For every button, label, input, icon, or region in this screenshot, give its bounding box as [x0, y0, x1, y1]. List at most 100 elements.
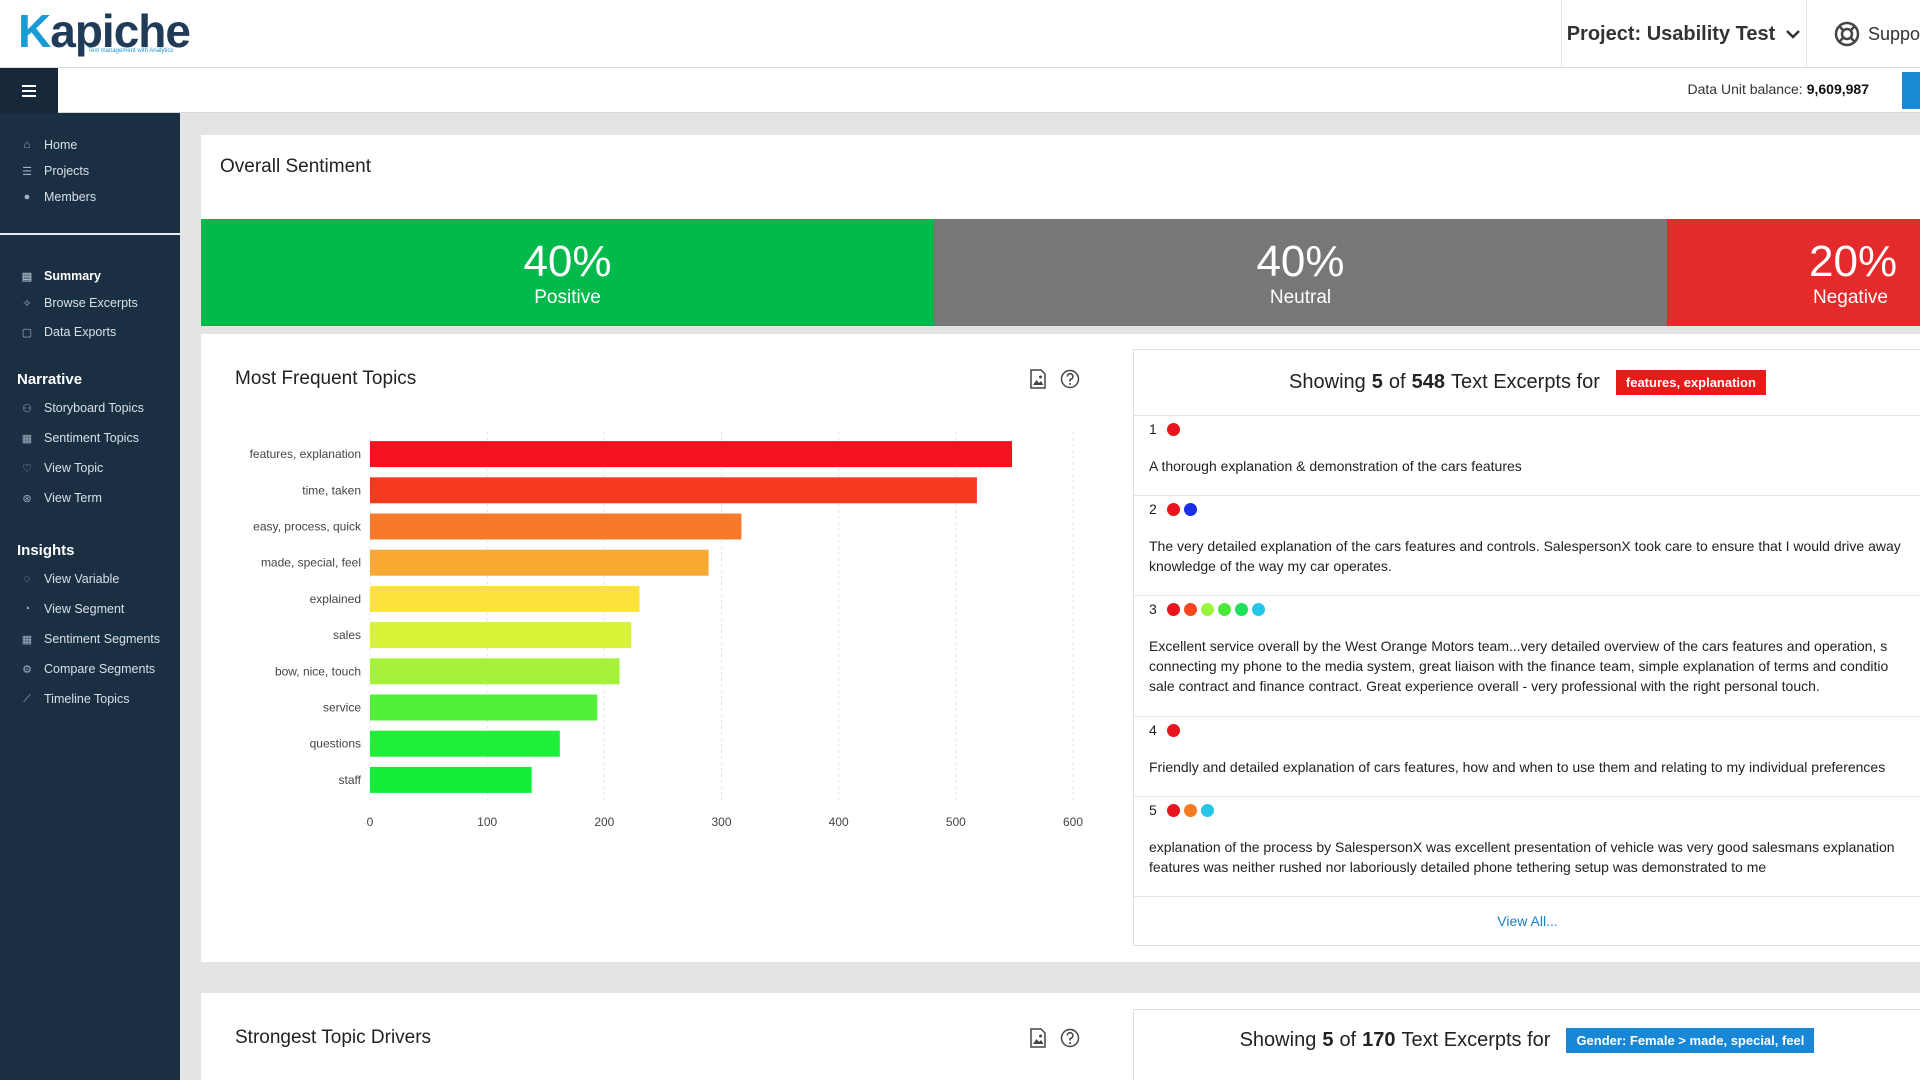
project-selector[interactable]: Project: Usability Test: [1561, 0, 1807, 68]
sidebar-item-view-variable[interactable]: ◌ View Variable: [20, 572, 120, 586]
sidebar-item-compare-segments[interactable]: ⚙ Compare Segments: [20, 662, 155, 676]
topic-dot[interactable]: [1200, 803, 1214, 817]
chevron-down-icon: [1786, 30, 1801, 39]
topic-bar[interactable]: [370, 730, 560, 757]
topic-dot[interactable]: [1166, 502, 1180, 516]
topic-dot[interactable]: [1200, 602, 1214, 616]
topic-dot[interactable]: [1251, 602, 1265, 616]
topic-bar[interactable]: [370, 477, 977, 504]
sidebar-item-label: Sentiment Topics: [44, 431, 139, 445]
balance-label: Data Unit balance:: [1687, 81, 1803, 97]
segment-filter-tag[interactable]: Gender: Female > made, special, feel: [1566, 1027, 1815, 1053]
sidebar-item-sentiment-topics[interactable]: ▦ Sentiment Topics: [20, 431, 139, 445]
excerpt-line: Friendly and detailed explanation of car…: [1149, 759, 1886, 775]
topic-filter-tag[interactable]: features, explanation: [1615, 370, 1766, 395]
data-unit-balance: Data Unit balance: 9,609,987: [1688, 81, 1869, 97]
topics-bar-chart: 0 100 200 300 400 500 600 features, explanation…: [250, 432, 1083, 829]
x-tick-label: 600: [1063, 815, 1083, 829]
sidebar-item-view-segment[interactable]: ◔ View Segment: [20, 602, 125, 616]
project-label: Project: Usability Test: [1566, 22, 1776, 45]
topic-dot[interactable]: [1166, 723, 1180, 737]
x-tick-label: 0: [367, 815, 374, 829]
view-all-link[interactable]: View All...: [1134, 913, 1920, 929]
excerpt-row[interactable]: 5 explanation of the process by Salespers…: [1134, 797, 1920, 897]
strongest-topic-drivers-card: Strongest Topic Drivers Showing 5 of 170…: [201, 993, 1920, 1080]
excerpt-number: 4: [1149, 722, 1180, 738]
topic-dot[interactable]: [1183, 602, 1197, 616]
excerpt-row[interactable]: 3 Excellent service overall by the West O…: [1134, 596, 1920, 717]
sentiment-positive-pct: 40%: [523, 237, 612, 286]
topic-dot[interactable]: [1183, 502, 1197, 516]
excerpt-row[interactable]: 4 Friendly and detailed explanation of ca…: [1134, 717, 1920, 797]
sidebar-item-projects[interactable]: ☰ Projects: [20, 164, 89, 178]
drivers-of: of: [1339, 1028, 1357, 1051]
excerpt-text: The very detailed explanation of the car…: [1149, 536, 1920, 576]
excerpts-shown-count: 5: [1371, 371, 1383, 393]
kapiche-logo[interactable]: Kapiche Text management with Analytics: [18, 4, 191, 64]
excerpts-total-count: 548: [1411, 371, 1445, 393]
x-tick-label: 500: [946, 815, 966, 829]
excerpts-suffix: Text Excerpts for: [1450, 371, 1600, 393]
sidebar-item-label: Timeline Topics: [44, 692, 130, 706]
sidebar-item-label: Sentiment Segments: [44, 632, 161, 646]
topic-dot[interactable]: [1183, 803, 1197, 817]
sidebar-item-label: Storyboard Topics: [44, 401, 144, 415]
sentiment-negative[interactable]: 20% Negative: [1667, 219, 1920, 326]
sidebar-item-home[interactable]: ⌂ Home: [20, 138, 78, 152]
topic-bar[interactable]: [370, 441, 1013, 468]
top-header: Kapiche Text management with Analytics P…: [0, 0, 1920, 68]
topic-bar[interactable]: [370, 658, 620, 685]
side-tab[interactable]: [1902, 72, 1920, 109]
drivers-shown-count: 5: [1322, 1028, 1334, 1051]
x-tick-label: 400: [829, 815, 849, 829]
topic-dot[interactable]: [1166, 602, 1180, 616]
help-icon[interactable]: [1060, 369, 1080, 389]
sidebar-item-view-topic[interactable]: ♡ View Topic: [20, 461, 103, 475]
menu-toggle-button[interactable]: [0, 68, 58, 113]
sidebar-item-timeline-topics[interactable]: ⟋ Timeline Topics: [20, 692, 129, 706]
sidebar-item-view-term[interactable]: ⊛ View Term: [20, 491, 102, 505]
topic-bar[interactable]: [370, 622, 632, 649]
projects-icon: ☰: [22, 165, 32, 178]
sidebar-item-members[interactable]: ● Members: [20, 190, 96, 204]
x-tick-label: 200: [594, 815, 614, 829]
y-category-label: explained: [310, 592, 361, 606]
sidebar-item-data-exports[interactable]: ▢ Data Exports: [20, 325, 116, 339]
excerpts-of: of: [1388, 371, 1406, 393]
sentiment-neutral[interactable]: 40% Neutral: [934, 219, 1667, 326]
drivers-excerpts-header: Showing 5 of 170 Text Excerpts for Gende…: [1133, 1009, 1920, 1080]
most-frequent-topics-title: Most Frequent Topics: [235, 368, 417, 389]
excerpt-text: Friendly and detailed explanation of car…: [1149, 757, 1920, 777]
excerpt-text: A thorough explanation & demonstration o…: [1149, 456, 1920, 476]
sidebar-item-sentiment-segments[interactable]: ▦ Sentiment Segments: [20, 632, 160, 646]
sidebar-item-browse-excerpts[interactable]: ✧ Browse Excerpts: [20, 296, 137, 310]
topic-bar[interactable]: [370, 585, 640, 612]
drivers-prefix: Showing: [1239, 1028, 1317, 1051]
excerpt-row[interactable]: 1 A thorough explanation & demonstration …: [1134, 416, 1920, 496]
topic-bar[interactable]: [370, 694, 598, 721]
download-image-icon[interactable]: [1028, 369, 1048, 389]
topic-dot[interactable]: [1217, 602, 1231, 616]
help-icon[interactable]: [1060, 1028, 1080, 1048]
sentiment-positive[interactable]: 40% Positive: [201, 219, 934, 326]
logo-tagline: Text management with Analytics: [88, 48, 174, 54]
download-image-icon[interactable]: [1028, 1028, 1048, 1048]
topic-bar[interactable]: [370, 549, 709, 576]
topic-bar[interactable]: [370, 766, 532, 793]
sidebar-item-summary[interactable]: ▤ Summary: [20, 269, 101, 283]
topic-bar[interactable]: [370, 513, 742, 540]
topic-dot[interactable]: [1166, 803, 1180, 817]
topic-dot[interactable]: [1234, 602, 1248, 616]
segment-icon: ◔: [23, 603, 31, 615]
drivers-total-count: 170: [1362, 1028, 1396, 1051]
sentiment-negative-label: Negative: [1813, 287, 1888, 308]
hamburger-icon: [22, 84, 36, 97]
support-link[interactable]: Support: [1834, 0, 1920, 68]
sidebar-item-storyboard-topics[interactable]: ⚇ Storyboard Topics: [20, 401, 144, 415]
sentiment-neutral-label: Neutral: [1269, 287, 1332, 308]
sidebar-item-label: Summary: [44, 269, 101, 283]
sidebar-item-label: Home: [44, 138, 78, 152]
excerpt-row[interactable]: 2 The very detailed explanation of the ca…: [1134, 496, 1920, 596]
summary-icon: ▤: [21, 270, 33, 283]
topic-dot[interactable]: [1166, 422, 1180, 436]
